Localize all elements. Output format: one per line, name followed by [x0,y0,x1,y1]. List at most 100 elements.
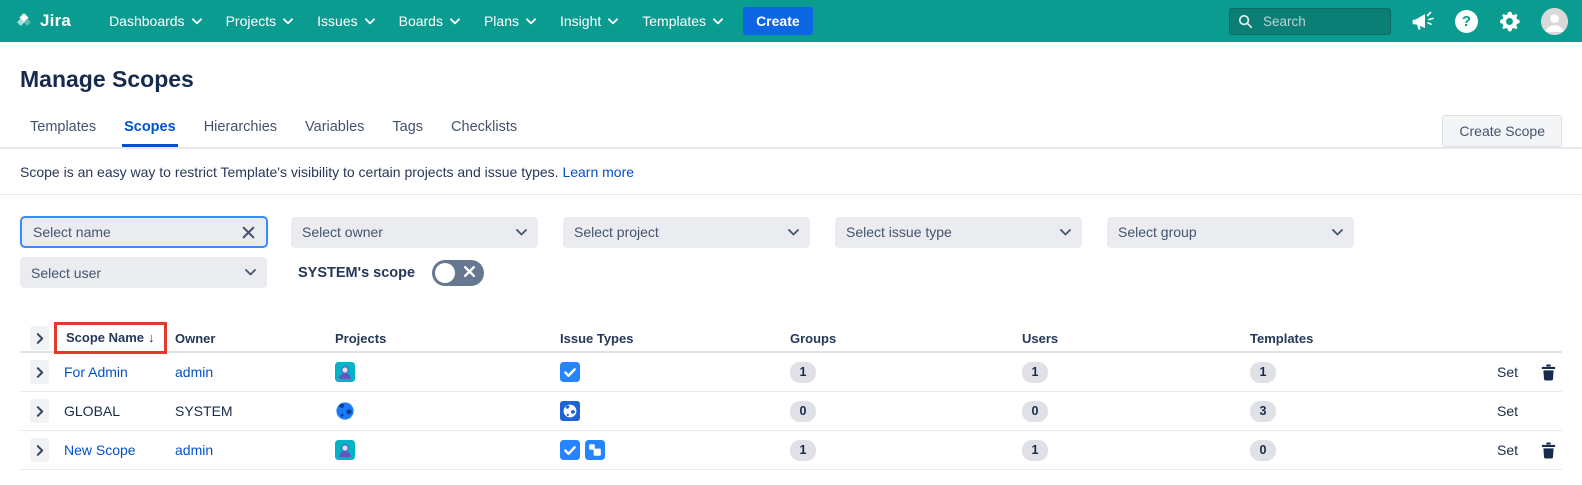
nav-item-label: Dashboards [109,13,185,29]
nav-item-plans[interactable]: Plans [474,6,546,36]
tab-checklists[interactable]: Checklists [441,115,527,147]
toggle-off-icon [463,265,476,281]
divider [0,194,1582,195]
table-body: For Adminadmin111SetGLOBALSYSTEM003SetNe… [20,353,1562,470]
templates-count-badge: 1 [1250,362,1276,383]
create-button[interactable]: Create [743,7,813,35]
chevron-down-icon [526,18,536,25]
users-header: Users [1022,331,1058,346]
scope-name[interactable]: For Admin [64,364,128,380]
nav-item-projects[interactable]: Projects [216,6,304,36]
help-icon[interactable]: ? [1455,10,1478,33]
delete-scope-button[interactable] [1539,362,1558,383]
tab-variables[interactable]: Variables [295,115,374,147]
jira-logo[interactable]: Jira [14,11,71,31]
sort-descending-icon: ↓ [148,330,155,345]
groups-count-badge: 1 [790,362,816,383]
task-issue-icon [560,440,580,460]
owner-name[interactable]: admin [175,364,213,380]
table-row: New Scope admin 1 1 0 Set [20,431,1562,470]
issue-type-select[interactable]: Select issue type [835,217,1082,248]
users-count-badge: 0 [1022,401,1048,422]
settings-gear-icon[interactable] [1498,10,1521,33]
search-icon [1238,14,1253,29]
tab-tags[interactable]: Tags [382,115,433,147]
user-select[interactable]: Select user [20,257,267,288]
nav-item-templates[interactable]: Templates [632,6,733,36]
delete-trash-icon [1541,364,1556,381]
expand-row-button[interactable] [30,438,49,462]
nav-item-label: Templates [642,13,706,29]
expand-row-button[interactable] [30,360,49,384]
nav-item-issues[interactable]: Issues [307,6,384,36]
system-scope-filter: SYSTEM's scope [298,260,484,286]
scope-name[interactable]: New Scope [64,442,136,458]
nav-item-boards[interactable]: Boards [389,6,470,36]
delete-scope-button[interactable] [1539,440,1558,461]
set-link[interactable]: Set [1497,403,1518,419]
tab-templates[interactable]: Templates [20,115,106,147]
create-scope-button[interactable]: Create Scope [1442,115,1562,147]
nav-item-dashboards[interactable]: Dashboards [99,6,212,36]
users-count-badge: 1 [1022,362,1048,383]
divider [0,147,1582,149]
globe-icon [335,401,355,421]
page-title: Manage Scopes [20,66,1562,93]
table-row: For Admin admin 1 1 1 Set [20,353,1562,392]
chevron-down-icon [516,229,527,236]
system-scope-toggle[interactable] [432,260,484,286]
description-text: Scope is an easy way to restrict Templat… [20,164,559,180]
jira-logo-icon [14,11,34,31]
announcements-icon[interactable] [1411,10,1435,32]
chevron-down-icon [713,18,723,25]
project-avatar-icon [335,440,355,460]
filters-section: Select owner Select project Select issue… [20,216,1562,288]
tabs-row: TemplatesScopesHierarchiesVariablesTagsC… [20,115,1562,147]
global-search[interactable] [1229,8,1391,35]
groups-header: Groups [790,331,836,346]
search-input[interactable] [1261,13,1371,30]
chevron-down-icon [192,18,202,25]
filter-row-2: Select user SYSTEM's scope [20,257,1562,288]
filter-row-1: Select owner Select project Select issue… [20,216,1562,248]
groups-count-badge: 1 [790,440,816,461]
templates-count-badge: 0 [1250,440,1276,461]
select-name-input[interactable] [31,223,240,241]
chevron-right-icon [36,333,44,344]
owner-header: Owner [175,331,215,346]
nav-item-insight[interactable]: Insight [550,6,628,36]
chevron-down-icon [788,229,799,236]
tab-bar: TemplatesScopesHierarchiesVariablesTagsC… [20,115,527,147]
nav-menu: Dashboards Projects Issues Boards Plans Insig… [99,6,733,36]
nav-item-label: Issues [317,13,357,29]
name-filter[interactable] [20,216,268,248]
clear-name-icon[interactable] [240,224,257,241]
project-avatar-icon [335,362,355,382]
chevron-right-icon [36,367,44,378]
nav-item-label: Insight [560,13,601,29]
expand-row-button[interactable] [30,399,49,423]
templates-count-badge: 3 [1250,401,1276,422]
chevron-down-icon [608,18,618,25]
scope-name-sort-header[interactable]: Scope Name ↓ [54,322,167,354]
table-header-row: Scope Name ↓ Owner Projects Issue Types … [20,322,1562,353]
table-row: GLOBALSYSTEM003Set [20,392,1562,431]
set-link[interactable]: Set [1497,364,1518,380]
expand-all-button[interactable] [30,326,49,350]
project-select[interactable]: Select project [563,217,810,248]
templates-header: Templates [1250,331,1313,346]
tab-hierarchies[interactable]: Hierarchies [194,115,287,147]
users-count-badge: 1 [1022,440,1048,461]
set-link[interactable]: Set [1497,442,1518,458]
delete-trash-icon [1541,442,1556,459]
chevron-down-icon [283,18,293,25]
owner-name[interactable]: admin [175,442,213,458]
group-select[interactable]: Select group [1107,217,1354,248]
learn-more-link[interactable]: Learn more [562,164,634,180]
tab-scopes[interactable]: Scopes [114,115,186,147]
user-avatar[interactable] [1541,8,1568,35]
subtask-issue-icon [585,440,605,460]
projects-header: Projects [335,331,386,346]
nav-item-label: Boards [399,13,443,29]
owner-select[interactable]: Select owner [291,217,538,248]
